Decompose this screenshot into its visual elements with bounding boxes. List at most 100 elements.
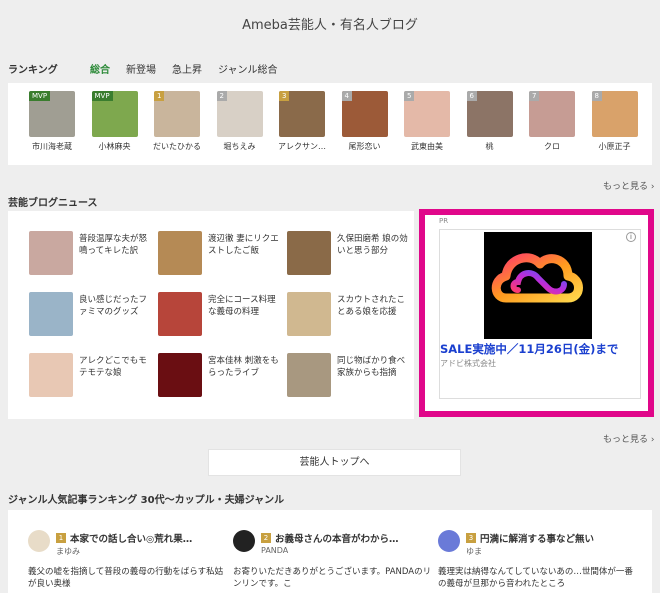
news-more-link[interactable]: もっと見る ›	[603, 432, 654, 445]
ranking-tabs: 総合 新登場 急上昇 ジャンル総合	[90, 61, 294, 76]
news-item[interactable]: 完全にコース料理な義母の料理	[158, 292, 283, 336]
news-headline[interactable]: 良い感じだったファミマのグッズ	[79, 294, 154, 318]
news-thumbnail[interactable]	[287, 231, 331, 275]
news-item[interactable]: アレクどこでもモテモテな娘	[29, 353, 154, 397]
genre-ranking-label: ジャンル人気記事ランキング 30代～カップル・夫婦ジャンル	[8, 495, 285, 506]
genre-rank-badge: 3	[466, 533, 476, 543]
news-thumbnail[interactable]	[158, 292, 202, 336]
genre-author[interactable]: PANDA	[261, 546, 288, 555]
avatar[interactable]: 8	[591, 91, 638, 137]
rank-badge: 5	[404, 91, 415, 101]
tab-rising[interactable]: 急上昇	[172, 61, 202, 76]
genre-author[interactable]: まゆみ	[56, 546, 80, 557]
rank-badge: 2	[216, 91, 227, 101]
avatar[interactable]: 3	[279, 91, 325, 137]
avatar[interactable]: 2	[216, 91, 263, 137]
news-headline[interactable]: 同じ物ばかり食べ家族からも指摘	[337, 355, 412, 379]
tab-overall[interactable]: 総合	[90, 61, 110, 76]
ranking-item[interactable]: MVP 小林麻央	[87, 91, 143, 152]
news-item[interactable]: 久保田磨希 娘の効いと思う部分	[287, 231, 412, 275]
ranking-item[interactable]: 4 尾形恋い	[337, 91, 393, 152]
ranking-name[interactable]: 桃	[462, 141, 518, 152]
ranking-name[interactable]: 小林麻央	[87, 141, 143, 152]
rank-badge: 3	[279, 91, 290, 101]
ranking-item[interactable]: 1 だいたひかる	[149, 91, 205, 152]
news-headline[interactable]: アレクどこでもモテモテな娘	[79, 355, 154, 379]
blogger-avatar[interactable]	[28, 530, 50, 552]
avatar[interactable]: MVP	[29, 91, 75, 137]
genre-excerpt: お寄りいただきありがとうございます。PANDAのリンリンです。こ	[233, 567, 432, 589]
news-headline[interactable]: 普段温厚な夫が怒鳴ってキレた訳	[79, 233, 154, 257]
news-item[interactable]: 良い感じだったファミマのグッズ	[29, 292, 154, 336]
news-thumbnail[interactable]	[158, 231, 202, 275]
ranking-name[interactable]: 小原正子	[587, 141, 643, 152]
news-label: 芸能ブログニュース	[8, 198, 98, 209]
news-thumbnail[interactable]	[29, 353, 73, 397]
ranking-name[interactable]: だいたひかる	[149, 141, 205, 152]
tab-new[interactable]: 新登場	[126, 61, 156, 76]
avatar[interactable]: 7	[529, 91, 575, 137]
rank-badge: 4	[341, 91, 352, 101]
genre-article-title[interactable]: 本家での話し合い◎荒れ果…	[70, 531, 192, 545]
avatar[interactable]: 4	[341, 91, 388, 137]
avatar[interactable]: 1	[154, 91, 200, 137]
rank-badge: 1	[154, 91, 165, 101]
genre-excerpt: 義父の嘘を指摘して普段の義母の行動をばらす私姑が良い奥様	[28, 567, 224, 589]
blogger-avatar[interactable]	[438, 530, 460, 552]
ranking-name[interactable]: 武東由美	[399, 141, 455, 152]
genre-article-title[interactable]: 円満に解消する事など無い	[480, 531, 594, 545]
news-thumbnail[interactable]	[158, 353, 202, 397]
news-item[interactable]: 渡辺徹 妻にリクエストしたご飯	[158, 231, 283, 275]
avatar[interactable]: MVP	[91, 91, 138, 137]
rank-badge: 8	[591, 91, 602, 101]
ranking-item[interactable]: 7 クロ	[524, 91, 580, 152]
ranking-item[interactable]: 8 小原正子	[587, 91, 643, 152]
avatar[interactable]: 5	[404, 91, 450, 137]
ad-headline[interactable]: SALE実施中／11月26日(金)まで	[440, 341, 642, 357]
page-title: Ameba芸能人・有名人ブログ	[242, 18, 418, 33]
genre-author[interactable]: ゆま	[466, 546, 482, 557]
ranking-label: ランキング	[8, 65, 58, 76]
adobe-creative-cloud-logo[interactable]	[484, 232, 592, 339]
ad-card[interactable]: i SALE実施中／11月26日(金)まで アドビ株式会社	[439, 229, 641, 399]
genre-rank-badge: 2	[261, 533, 271, 543]
news-headline[interactable]: 完全にコース料理な義母の料理	[208, 294, 283, 318]
ranking-name[interactable]: アレクサン…	[274, 141, 330, 152]
ranking-item[interactable]: 3 アレクサン…	[274, 91, 330, 152]
ranking-item[interactable]: 5 武東由美	[399, 91, 455, 152]
ranking-item[interactable]: 2 堀ちえみ	[212, 91, 268, 152]
news-headline[interactable]: 久保田磨希 娘の効いと思う部分	[337, 233, 412, 257]
news-item[interactable]: 同じ物ばかり食べ家族からも指摘	[287, 353, 412, 397]
news-item[interactable]: スカウトされたことある娘を応援	[287, 292, 412, 336]
news-thumbnail[interactable]	[29, 231, 73, 275]
ranking-more-link[interactable]: もっと見る ›	[603, 179, 654, 192]
ad-info-icon[interactable]: i	[626, 232, 636, 242]
ranking-item[interactable]: 6桃	[462, 91, 518, 152]
ranking-name[interactable]: 市川海老蔵	[24, 141, 80, 152]
news-headline[interactable]: 宮本佳林 刺激をもらったライブ	[208, 355, 283, 379]
genre-excerpt: 義理実は納得なんてしていないあの…世間体が一番の義母が旦那から音われたところ	[438, 567, 633, 589]
avatar[interactable]: 6	[466, 91, 513, 137]
celebrity-top-button[interactable]: 芸能人トップへ	[208, 449, 461, 476]
ad-advertiser: アドビ株式会社	[440, 359, 496, 368]
genre-rank-badge: 1	[56, 533, 66, 543]
ranking-item[interactable]: MVP 市川海老蔵	[24, 91, 80, 152]
rank-badge: MVP	[91, 91, 113, 101]
news-headline[interactable]: 渡辺徹 妻にリクエストしたご飯	[208, 233, 283, 257]
news-panel: 普段温厚な夫が怒鳴ってキレた訳 渡辺徹 妻にリクエストしたご飯 久保田磨希 娘の効い…	[8, 211, 414, 419]
news-thumbnail[interactable]	[29, 292, 73, 336]
ranking-name[interactable]: 堀ちえみ	[212, 141, 268, 152]
genre-article-title[interactable]: お義母さんの本音がわから…	[275, 531, 399, 545]
news-thumbnail[interactable]	[287, 353, 331, 397]
news-item[interactable]: 宮本佳林 刺激をもらったライブ	[158, 353, 283, 397]
rank-badge: 6	[466, 91, 477, 101]
news-headline[interactable]: スカウトされたことある娘を応援	[337, 294, 412, 318]
ranking-name[interactable]: クロ	[524, 141, 580, 152]
blogger-avatar[interactable]	[233, 530, 255, 552]
news-item[interactable]: 普段温厚な夫が怒鳴ってキレた訳	[29, 231, 154, 275]
tab-genre-overall[interactable]: ジャンル総合	[218, 61, 278, 76]
news-thumbnail[interactable]	[287, 292, 331, 336]
ad-highlight-frame: PR i SALE実施中／11月26日(金)まで アドビ株式会社	[419, 209, 654, 417]
ranking-name[interactable]: 尾形恋い	[337, 141, 393, 152]
rank-badge: MVP	[29, 91, 51, 101]
